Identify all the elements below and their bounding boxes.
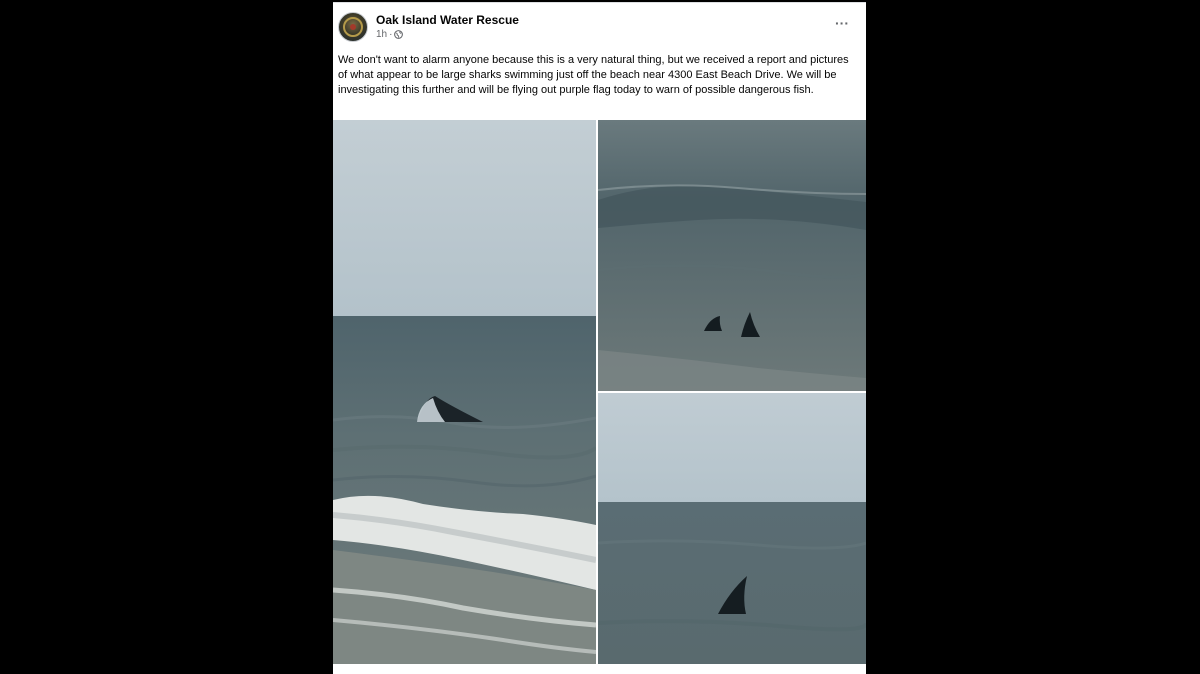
meta-separator: · <box>389 29 393 40</box>
facebook-post: Oak Island Water Rescue 1h · ··· We don'… <box>333 2 866 674</box>
post-footer <box>333 664 866 674</box>
page-name-link[interactable]: Oak Island Water Rescue <box>376 13 519 27</box>
more-options-icon[interactable]: ··· <box>832 15 852 31</box>
post-border <box>333 2 866 3</box>
two-shark-fins-photo[interactable] <box>598 120 866 391</box>
post-meta: 1h · <box>376 29 404 40</box>
shark-fin-near-shore-photo[interactable] <box>333 120 596 664</box>
single-shark-fin-photo[interactable] <box>598 393 866 664</box>
avatar-logo-center <box>350 24 356 30</box>
post-timestamp[interactable]: 1h <box>376 29 387 40</box>
globe-icon[interactable] <box>394 30 404 39</box>
page-avatar[interactable] <box>338 12 368 42</box>
post-text: We don't want to alarm anyone because th… <box>338 54 849 96</box>
